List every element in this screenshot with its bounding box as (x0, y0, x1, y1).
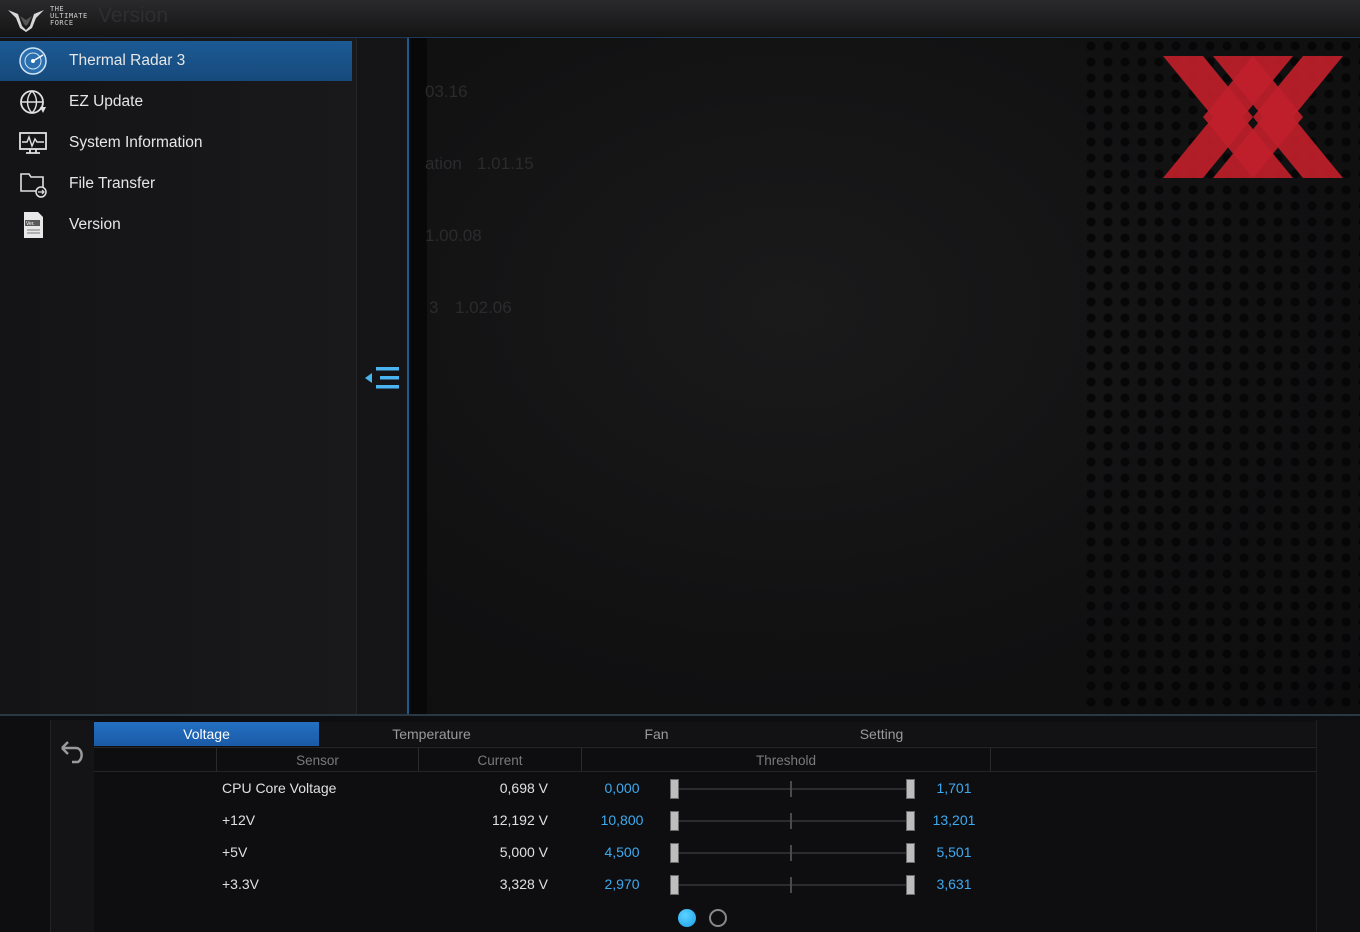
sensor-name: +5V (222, 844, 248, 860)
logo-text: THE ULTIMATE FORCE (50, 5, 88, 27)
column-header-sensor: Sensor (216, 748, 419, 772)
table-row: CPU Core Voltage 0,698 V 0,000 1,701 (94, 772, 1316, 804)
collapse-menu-icon[interactable] (363, 361, 403, 395)
current-value: 3,328 V (499, 876, 548, 892)
threshold-min: 4,500 (604, 844, 640, 860)
table-row: +12V 12,192 V 10,800 13,201 (94, 804, 1316, 836)
sensor-name: +3.3V (222, 876, 259, 892)
sidebar-item-label: EZ Update (69, 93, 144, 110)
file-transfer-icon (18, 169, 48, 199)
table-row: +3.3V 3,328 V 2,970 3,631 (94, 868, 1316, 900)
page-dot-2[interactable] (709, 909, 727, 927)
page-title: Version (98, 4, 169, 27)
sidebar-item-thermal-radar[interactable]: Thermal Radar 3 (0, 41, 352, 81)
threshold-slider[interactable] (670, 779, 915, 799)
background-text: 03.16 (425, 82, 468, 101)
threshold-max: 1,701 (936, 780, 972, 796)
tab-fan[interactable]: Fan (544, 722, 769, 746)
tuf-logo-icon (8, 10, 44, 32)
tab-voltage[interactable]: Voltage (94, 722, 319, 746)
slider-max-handle[interactable] (906, 811, 915, 831)
thermal-tabs: Voltage Temperature Fan Setting (94, 722, 1316, 746)
radar-icon (18, 46, 48, 76)
sensor-name: +12V (222, 812, 256, 828)
sidebar-item-label: System Information (69, 134, 203, 151)
slider-max-handle[interactable] (906, 779, 915, 799)
table-row: +5V 5,000 V 4,500 5,501 (94, 836, 1316, 868)
globe-update-icon (18, 87, 48, 117)
version-document-icon: Ver. (18, 210, 48, 240)
background-text: ation (425, 154, 462, 173)
background-text: 1.02.06 (455, 298, 512, 317)
sidebar-item-file-transfer[interactable]: File Transfer (0, 164, 352, 204)
main-content: 03.16 ation 1.01.15 1.00.08 3 1.02.06 (411, 38, 1360, 714)
slider-min-handle[interactable] (670, 779, 679, 799)
sidebar-item-version[interactable]: Ver. Version (0, 205, 352, 245)
tab-temperature[interactable]: Temperature (319, 722, 544, 746)
thermal-radar-panel: Voltage Temperature Fan Setting Sensor C… (0, 714, 1360, 932)
sidebar-item-label: File Transfer (69, 175, 156, 192)
threshold-max: 3,631 (936, 876, 972, 892)
slider-max-handle[interactable] (906, 875, 915, 895)
current-value: 5,000 V (499, 844, 548, 860)
brand-watermark-icon (1163, 56, 1343, 178)
page-indicator (678, 908, 738, 928)
tab-setting[interactable]: Setting (769, 722, 994, 746)
background-text: 1.00.08 (425, 226, 482, 245)
column-header-current: Current (419, 748, 582, 772)
svg-text:Ver.: Ver. (26, 221, 35, 227)
background-text: 3 (429, 298, 439, 317)
back-arrow-icon[interactable] (54, 736, 88, 770)
background-text: 1.01.15 (477, 154, 534, 173)
threshold-min: 0,000 (604, 780, 640, 796)
monitor-icon (18, 128, 48, 158)
column-header-threshold: Threshold (582, 748, 991, 772)
threshold-max: 5,501 (936, 844, 972, 860)
sidebar-item-label: Version (69, 216, 121, 233)
sidebar-collapse-strip (357, 38, 409, 714)
table-header: Sensor Current Threshold (94, 747, 1316, 772)
threshold-slider[interactable] (670, 811, 915, 831)
current-value: 12,192 V (491, 812, 548, 828)
sensor-name: CPU Core Voltage (222, 780, 337, 796)
threshold-max: 13,201 (932, 812, 976, 828)
slider-min-handle[interactable] (670, 843, 679, 863)
slider-max-handle[interactable] (906, 843, 915, 863)
slider-min-handle[interactable] (670, 875, 679, 895)
threshold-min: 10,800 (600, 812, 644, 828)
sidebar: Thermal Radar 3 EZ Update System Informa… (0, 38, 357, 714)
threshold-slider[interactable] (670, 875, 915, 895)
page-dot-1[interactable] (678, 909, 696, 927)
sidebar-item-system-information[interactable]: System Information (0, 123, 352, 163)
slider-min-handle[interactable] (670, 811, 679, 831)
title-bar: THE ULTIMATE FORCE Version (0, 0, 1360, 38)
current-value: 0,698 V (499, 780, 548, 796)
sidebar-item-ez-update[interactable]: EZ Update (0, 82, 352, 122)
sidebar-item-label: Thermal Radar 3 (69, 52, 186, 69)
threshold-slider[interactable] (670, 843, 915, 863)
threshold-min: 2,970 (604, 876, 640, 892)
